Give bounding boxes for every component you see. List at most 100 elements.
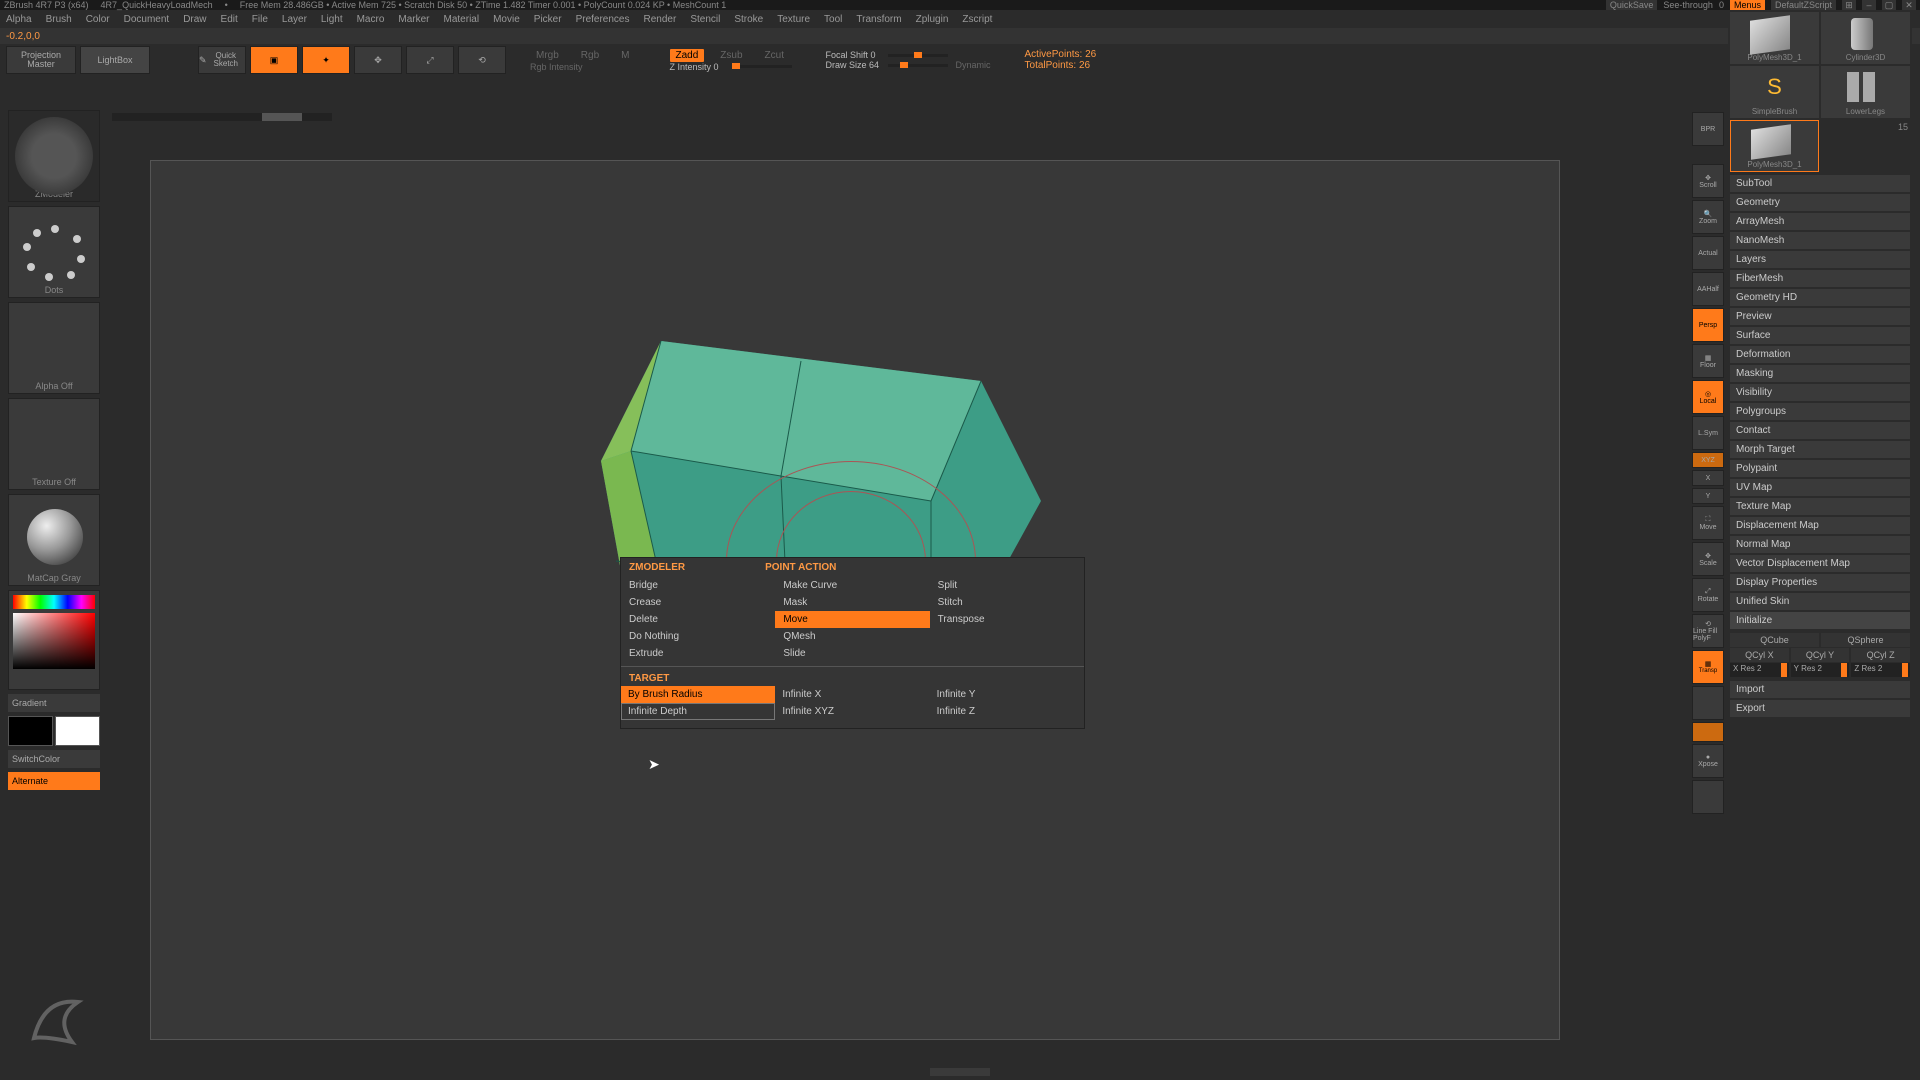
action-split[interactable]: Split bbox=[930, 577, 1084, 594]
dock-scale[interactable]: ⤢Rotate bbox=[1692, 578, 1724, 612]
menu-item[interactable]: Marker bbox=[398, 14, 429, 25]
menu-item[interactable]: Texture bbox=[777, 14, 810, 25]
qcube-button[interactable]: QCube bbox=[1730, 633, 1819, 647]
rgb-intensity-label[interactable]: Rgb Intensity bbox=[530, 62, 636, 72]
dock-floor[interactable]: ▦Floor bbox=[1692, 344, 1724, 378]
rgb-toggle[interactable]: Rgb bbox=[575, 49, 605, 62]
menu-item[interactable]: Document bbox=[124, 14, 170, 25]
action-bridge[interactable]: Bridge bbox=[621, 577, 775, 594]
zres-slider[interactable]: Z Res 2 bbox=[1851, 663, 1910, 677]
dock-persp[interactable]: Persp bbox=[1692, 308, 1724, 342]
quicksave-button[interactable]: QuickSave bbox=[1606, 0, 1658, 10]
target-infinite-depth[interactable]: Infinite Depth bbox=[621, 703, 775, 720]
dock-x[interactable]: X bbox=[1692, 470, 1724, 486]
section-masking[interactable]: Masking bbox=[1730, 365, 1910, 382]
menu-item[interactable]: Movie bbox=[493, 14, 520, 25]
target-infinite-z[interactable]: Infinite Z bbox=[930, 703, 1084, 720]
menu-item[interactable]: Brush bbox=[46, 14, 72, 25]
scale-button[interactable]: ⤢ bbox=[406, 46, 454, 74]
dock-frame[interactable]: ⛶Move bbox=[1692, 506, 1724, 540]
section-unifiedskin[interactable]: Unified Skin bbox=[1730, 593, 1910, 610]
tool-thumb-cylinder[interactable]: Cylinder3D bbox=[1821, 12, 1910, 64]
dock-y[interactable]: Y bbox=[1692, 488, 1724, 504]
menu-item[interactable]: Light bbox=[321, 14, 343, 25]
dock-ghost[interactable] bbox=[1692, 722, 1724, 742]
dock-rotate[interactable]: ⟲Line Fill PolyF bbox=[1692, 614, 1724, 648]
target-infinite-xyz[interactable]: Infinite XYZ bbox=[775, 703, 929, 720]
menu-item[interactable]: Render bbox=[644, 14, 677, 25]
yres-slider[interactable]: Y Res 2 bbox=[1791, 663, 1850, 677]
seethrough-value[interactable]: 0 bbox=[1719, 0, 1724, 10]
tool-thumb-lowerlegs[interactable]: LowerLegs bbox=[1821, 66, 1910, 118]
menu-item[interactable]: Stencil bbox=[690, 14, 720, 25]
section-displayprops[interactable]: Display Properties bbox=[1730, 574, 1910, 591]
dock-lsym[interactable]: L.Sym bbox=[1692, 416, 1724, 450]
section-subtool[interactable]: SubTool bbox=[1730, 175, 1910, 192]
gradient-toggle[interactable]: Gradient bbox=[8, 694, 100, 712]
target-by-brush-radius[interactable]: By Brush Radius bbox=[621, 686, 775, 703]
menu-item[interactable]: Alpha bbox=[6, 14, 32, 25]
section-normalmap[interactable]: Normal Map bbox=[1730, 536, 1910, 553]
menu-item[interactable]: Picker bbox=[534, 14, 562, 25]
target-infinite-x[interactable]: Infinite X bbox=[775, 686, 929, 703]
lightbox-button[interactable]: LightBox bbox=[80, 46, 150, 74]
hue-strip[interactable] bbox=[13, 595, 95, 609]
dock-zoom[interactable]: 🔍Zoom bbox=[1692, 200, 1724, 234]
menu-item[interactable]: Layer bbox=[282, 14, 307, 25]
stroke-slot[interactable]: Dots bbox=[8, 206, 100, 298]
section-arraymesh[interactable]: ArrayMesh bbox=[1730, 213, 1910, 230]
section-vdm[interactable]: Vector Displacement Map bbox=[1730, 555, 1910, 572]
qcyly-button[interactable]: QCyl Y bbox=[1791, 648, 1850, 662]
window-min-icon[interactable]: – bbox=[1862, 0, 1876, 10]
quick-sketch-button[interactable]: ✎ Quick Sketch bbox=[198, 46, 246, 74]
dock-move[interactable]: ✥Scale bbox=[1692, 542, 1724, 576]
bottom-tray-handle[interactable] bbox=[930, 1068, 990, 1076]
menu-item[interactable]: Zscript bbox=[962, 14, 992, 25]
section-preview[interactable]: Preview bbox=[1730, 308, 1910, 325]
mrgb-toggle[interactable]: Mrgb bbox=[530, 49, 565, 62]
dock-polyf[interactable]: ▦Transp bbox=[1692, 650, 1724, 684]
dock-scroll[interactable]: ✥Scroll bbox=[1692, 164, 1724, 198]
history-slider[interactable] bbox=[112, 113, 332, 121]
menu-item[interactable]: Macro bbox=[357, 14, 385, 25]
menu-item[interactable]: Preferences bbox=[576, 14, 630, 25]
saturation-value-box[interactable] bbox=[13, 613, 95, 669]
action-do-nothing[interactable]: Do Nothing bbox=[621, 628, 775, 645]
focal-shift-slider[interactable]: Focal Shift 0 bbox=[826, 50, 991, 60]
alpha-slot[interactable]: Alpha Off bbox=[8, 302, 100, 394]
section-polypaint[interactable]: Polypaint bbox=[1730, 460, 1910, 477]
edit-button[interactable]: ▣ bbox=[250, 46, 298, 74]
section-import[interactable]: Import bbox=[1730, 681, 1910, 698]
draw-size-slider[interactable]: Draw Size 64 Dynamic bbox=[826, 60, 991, 70]
secondary-color-swatch[interactable] bbox=[8, 716, 53, 746]
dock-bpr[interactable]: BPR bbox=[1692, 112, 1724, 146]
menu-item[interactable]: File bbox=[252, 14, 268, 25]
menus-button[interactable]: Menus bbox=[1730, 0, 1765, 10]
zcut-toggle[interactable]: Zcut bbox=[759, 49, 790, 62]
section-texturemap[interactable]: Texture Map bbox=[1730, 498, 1910, 515]
zadd-toggle[interactable]: Zadd bbox=[670, 49, 705, 62]
dock-aahalf[interactable]: AAHalf bbox=[1692, 272, 1724, 306]
dock-local[interactable]: ◎Local bbox=[1692, 380, 1724, 414]
section-contact[interactable]: Contact bbox=[1730, 422, 1910, 439]
tool-thumb-current[interactable]: PolyMesh3D_1 bbox=[1730, 120, 1819, 172]
qcylz-button[interactable]: QCyl Z bbox=[1851, 648, 1910, 662]
action-qmesh[interactable]: QMesh bbox=[775, 628, 929, 645]
draw-button[interactable]: ✦ bbox=[302, 46, 350, 74]
dynamic-toggle[interactable]: Dynamic bbox=[956, 60, 991, 70]
target-infinite-y[interactable]: Infinite Y bbox=[930, 686, 1084, 703]
section-geometryhd[interactable]: Geometry HD bbox=[1730, 289, 1910, 306]
section-displacementmap[interactable]: Displacement Map bbox=[1730, 517, 1910, 534]
section-nanomesh[interactable]: NanoMesh bbox=[1730, 232, 1910, 249]
section-export[interactable]: Export bbox=[1730, 700, 1910, 717]
material-slot[interactable]: MatCap Gray bbox=[8, 494, 100, 586]
section-surface[interactable]: Surface bbox=[1730, 327, 1910, 344]
tool-thumb-polymesh[interactable]: PolyMesh3D_1 bbox=[1730, 12, 1819, 64]
action-stitch[interactable]: Stitch bbox=[930, 594, 1084, 611]
texture-slot[interactable]: Texture Off bbox=[8, 398, 100, 490]
dock-actual[interactable]: Actual bbox=[1692, 236, 1724, 270]
menu-item[interactable]: Zplugin bbox=[916, 14, 949, 25]
action-crease[interactable]: Crease bbox=[621, 594, 775, 611]
section-fibermesh[interactable]: FiberMesh bbox=[1730, 270, 1910, 287]
section-geometry[interactable]: Geometry bbox=[1730, 194, 1910, 211]
